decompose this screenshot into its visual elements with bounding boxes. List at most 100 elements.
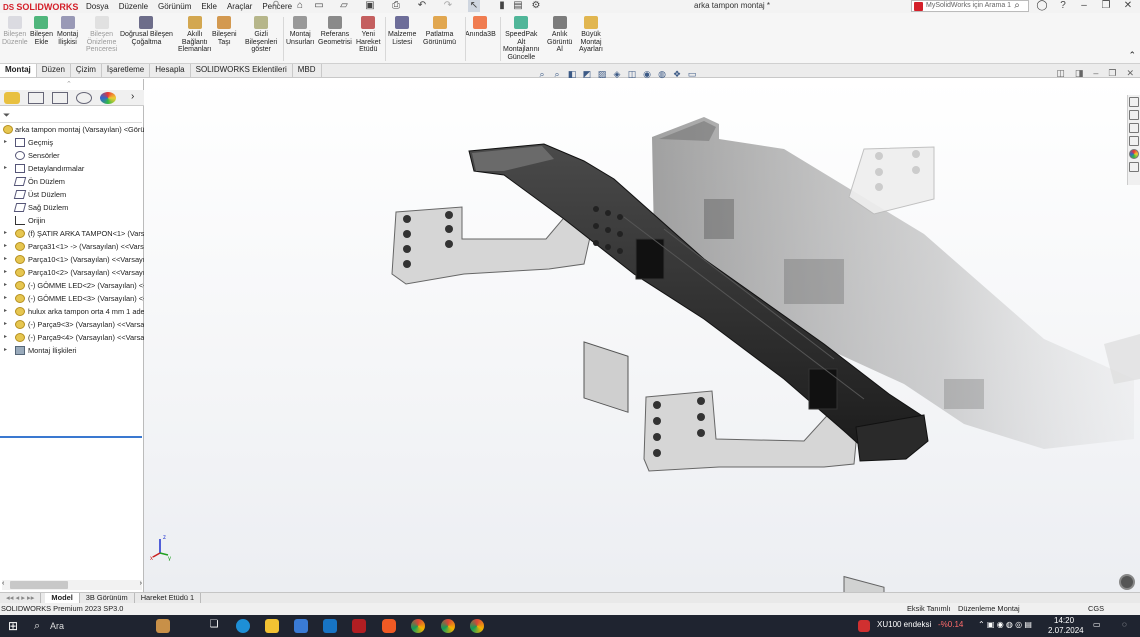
document-restore-icon[interactable]: ❐ [1108, 68, 1116, 79]
view-orientation-icon[interactable]: ◈ [611, 69, 623, 79]
view-palette-icon[interactable] [1129, 136, 1139, 146]
unit-system[interactable]: CGS [1088, 603, 1104, 614]
tree-item[interactable]: Orijin [0, 214, 144, 227]
cmd-anında3b[interactable]: Anında3B [465, 16, 496, 39]
tree-item[interactable]: Ön Düzlem [0, 175, 144, 188]
configuration-manager-tab-icon[interactable] [52, 92, 68, 104]
cmd-bileşen-önizleme-penceresi[interactable]: Bileşen Önizleme Penceresi [86, 16, 117, 54]
tree-item[interactable]: ▸ Parça10<2> (Varsayılan) <<Varsayıla [0, 266, 144, 279]
redo-icon[interactable]: ↷ [442, 0, 454, 12]
cmd-doğrusal-bileşen-çoğaltma[interactable]: Doğrusal Bileşen Çoğaltma [120, 16, 173, 46]
file-explorer-taskbar-icon[interactable] [265, 619, 279, 633]
cmd-montaj-i-lişkisi[interactable]: Montaj İlişkisi [57, 16, 78, 46]
tile-window-icon[interactable]: ◫ [1056, 68, 1065, 79]
chrome-icon-1[interactable] [411, 619, 425, 633]
undo-icon[interactable]: ↶ [416, 0, 428, 12]
pin-icon[interactable]: ⚲ [270, 0, 282, 12]
cmd-malzeme-listesi[interactable]: Malzeme Listesi [388, 16, 416, 46]
tree-item[interactable]: Sensörler [0, 149, 144, 162]
expand-arrow-icon[interactable]: ▸ [4, 227, 7, 240]
display-manager-tab-icon[interactable] [100, 92, 116, 104]
user-account-icon[interactable]: ◯ [1036, 0, 1048, 12]
apply-scene-icon[interactable]: ❖ [671, 69, 683, 79]
chrome-icon-3[interactable] [470, 619, 484, 633]
expand-arrow-icon[interactable]: ▸ [4, 279, 7, 292]
tree-item[interactable]: ▸ (-) GÖMME LED<2> (Varsayılan) << [0, 279, 144, 292]
mail-icon[interactable] [323, 619, 337, 633]
clock-time[interactable]: 14:20 [1054, 616, 1074, 625]
tree-item[interactable]: Sağ Düzlem [0, 201, 144, 214]
zoom-to-area-icon[interactable]: ⌕ [551, 69, 563, 79]
menu-araclar[interactable]: Araçlar [222, 2, 257, 11]
widget-image-icon[interactable] [156, 619, 170, 633]
options-gear-icon[interactable]: ⚙ [530, 0, 542, 12]
tree-item[interactable]: Üst Düzlem [0, 188, 144, 201]
ribbon-tab-3[interactable]: İşaretleme [102, 64, 151, 77]
chevron-right-icon[interactable]: › [131, 91, 134, 102]
menu-gorunum[interactable]: Görünüm [153, 2, 196, 11]
document-minimize-icon[interactable]: – [1093, 68, 1098, 79]
file-properties-icon[interactable]: ▤ [512, 0, 524, 12]
solidworks-logo[interactable]: DS SOLIDWORKS [3, 2, 81, 12]
windows-start-icon[interactable]: ⊞ [8, 619, 18, 633]
dynamic-annotation-icon[interactable]: ▨ [596, 69, 608, 79]
bumper-assembly-model[interactable] [144, 79, 1140, 592]
ribbon-tab-1[interactable]: Düzen [37, 64, 71, 77]
tree-item[interactable]: ▸ (-) Parça9<4> (Varsayılan) <<Varsay [0, 331, 144, 344]
previous-view-icon[interactable]: ◧ [566, 69, 578, 79]
menu-duzenle[interactable]: Düzenle [114, 2, 153, 11]
system-tray-icons[interactable]: ⌃ ▣ ◉ ◍ ◎ ▤ [978, 620, 1032, 629]
expand-arrow-icon[interactable]: ▸ [4, 344, 7, 357]
tree-item[interactable]: ▸ Geçmiş [0, 136, 144, 149]
ribbon-tab-4[interactable]: Hesapla [150, 64, 191, 77]
tree-item[interactable]: ▸ Parça10<1> (Varsayılan) <<Varsayıla [0, 253, 144, 266]
notifications-icon[interactable]: ▭ [1093, 620, 1101, 629]
graphics-area[interactable]: ⌕ ⌕ ◧ ◩ ▨ ◈ ◫ ◉ ◍ ❖ ▭ ◫ ◨ – ❐ ✕ z x y [144, 68, 1140, 592]
panel-horizontal-scrollbar[interactable]: ‹ › [2, 580, 142, 590]
edit-appearance-icon[interactable]: ◍ [656, 69, 668, 79]
expand-arrow-icon[interactable]: ▸ [4, 240, 7, 253]
menu-ekle[interactable]: Ekle [196, 2, 222, 11]
expand-arrow-icon[interactable]: ▸ [4, 253, 7, 266]
task-pane-home-icon[interactable] [1129, 97, 1139, 107]
cmd-referans-geometrisi[interactable]: Referans Geometrisi [318, 16, 352, 46]
tree-item[interactable]: ▸ (f) ŞATIR ARKA TAMPON<1> (Varsa [0, 227, 144, 240]
widget-circle-icon[interactable]: ◌ [1122, 620, 1127, 629]
search-icon[interactable]: ⌕ [1011, 0, 1023, 12]
hide-show-items-icon[interactable]: ◉ [641, 69, 653, 79]
home-icon[interactable]: ⌂ [294, 0, 306, 12]
view-settings-icon[interactable]: ▭ [686, 69, 698, 79]
ribbon-tab-0[interactable]: Montaj [0, 64, 37, 77]
file-explorer-icon[interactable] [1129, 123, 1139, 133]
menu-dosya[interactable]: Dosya [81, 2, 114, 11]
cmd-speedpak-alt-montajlarını-güncelle[interactable]: SpeedPak Alt Montajlarını Güncelle [503, 16, 540, 61]
tree-item[interactable]: ▸ Parça31<1> -> (Varsayılan) <<Varsa [0, 240, 144, 253]
expand-arrow-icon[interactable]: ▸ [4, 266, 7, 279]
collapse-ribbon-icon[interactable]: ⌃ [1128, 50, 1136, 61]
ribbon-tab-2[interactable]: Çizim [71, 64, 102, 77]
design-library-icon[interactable] [1129, 110, 1139, 120]
expand-arrow-icon[interactable]: ▸ [4, 331, 7, 344]
expand-arrow-icon[interactable]: ▸ [4, 136, 7, 149]
cmd-montaj-unsurları[interactable]: Montaj Unsurları [286, 16, 314, 46]
cmd-bileşen-düzenle[interactable]: Bileşen Düzenle [2, 16, 28, 46]
chrome-icon-2[interactable] [441, 619, 455, 633]
tree-item[interactable]: ▸ (-) Parça9<3> (Varsayılan) <<Varsay [0, 318, 144, 331]
display-style-icon[interactable]: ◫ [626, 69, 638, 79]
tree-item[interactable]: ▸ Montaj İlişkileri [0, 344, 144, 357]
feature-manager-tab-icon[interactable] [4, 92, 20, 104]
edge-browser-icon[interactable] [236, 619, 250, 633]
tree-item[interactable]: ▸ Detaylandırmalar [0, 162, 144, 175]
help-icon[interactable]: ? [1057, 0, 1069, 12]
tree-item[interactable]: ▸ hulux arka tampon orta 4 mm 1 ade [0, 305, 144, 318]
cmd-anlık-görüntü-al[interactable]: Anlık Görüntü Al [547, 16, 572, 54]
scroll-left-icon[interactable]: ‹ [2, 580, 4, 587]
tree-root-assembly[interactable]: arka tampon montaj (Varsayılan) <Görün [0, 123, 144, 136]
stock-chart-icon[interactable] [858, 620, 870, 632]
ticker-name[interactable]: XU100 endeksi [877, 620, 931, 629]
custom-properties-icon[interactable] [1129, 162, 1139, 172]
cmd-bileşen-ekle[interactable]: Bileşen Ekle [30, 16, 53, 46]
rollback-bar[interactable] [0, 436, 142, 438]
cmd-büyük-montaj-ayarları[interactable]: Büyük Montaj Ayarları [579, 16, 603, 54]
close-window-icon[interactable]: ✕ [1122, 0, 1134, 12]
